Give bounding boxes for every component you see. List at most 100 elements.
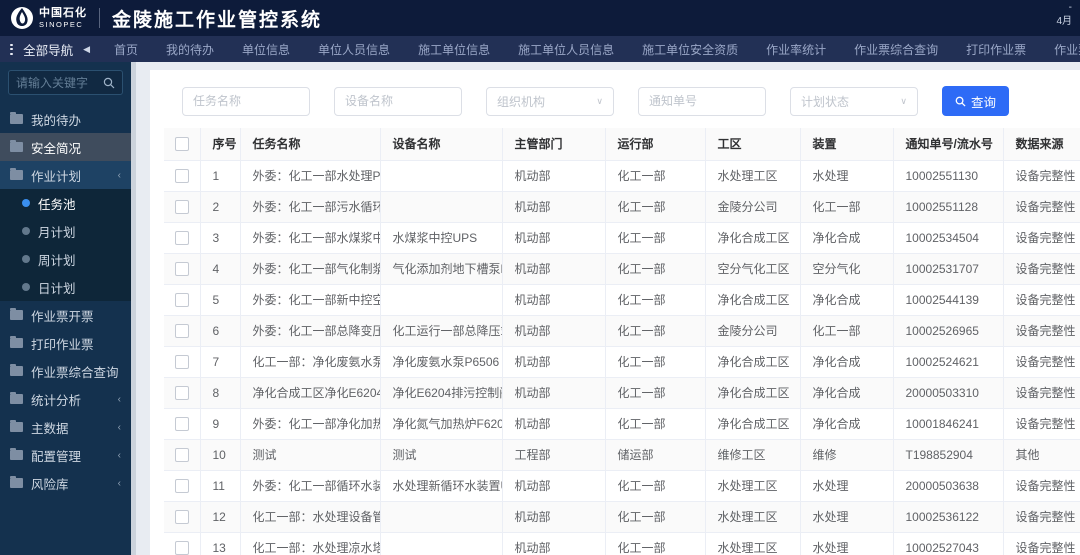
sidebar-item-作业票综合查询[interactable]: 作业票综合查询: [0, 357, 131, 385]
table-row[interactable]: 3外委：化工一部水煤浆中...水煤浆中控UPS机动部化工一部净化合成工区净化合成…: [164, 222, 1080, 254]
sidebar-item-label: 作业票综合查询: [31, 365, 119, 380]
chevron-icon: ‹: [117, 393, 121, 405]
table-row[interactable]: 11外委：化工一部循环水装...水处理新循环水装置UPS机动部化工一部水处理工区…: [164, 470, 1080, 502]
cell-r12-c5: 水处理工区: [705, 532, 801, 555]
sidebar-subitem-日计划[interactable]: 日计划: [0, 273, 131, 301]
table-row[interactable]: 2外委：化工一部污水循环...机动部化工一部金陵分公司化工一部100025511…: [164, 191, 1080, 223]
sidebar-item-安全简况[interactable]: 安全简况: [0, 133, 131, 161]
column-header-8: 数据来源: [1003, 128, 1080, 161]
notice-no-input[interactable]: [649, 94, 755, 108]
app-window: 中国石化 SINOPEC 金陵施工作业管控系统 - 4月 全部导航 ◀ 首页 我的…: [0, 0, 1080, 555]
cell-r6-c1: 化工一部：净化废氨水泵P...: [240, 346, 381, 378]
nav-tab-0[interactable]: 首页: [100, 36, 152, 62]
table-row[interactable]: 8净化合成工区净化E6204...净化E6204排污控制阀HV...机动部化工一…: [164, 377, 1080, 409]
filter-bar: 组织机构 ∨ 计划状态 ∨ 查询: [164, 86, 1080, 116]
cell-r4-c6: 净化合成: [800, 284, 894, 316]
query-button[interactable]: 查询: [942, 86, 1010, 116]
sidebar-subitem-任务池[interactable]: 任务池: [0, 189, 131, 217]
table-row[interactable]: 1外委：化工一部水处理P9... 机动部化工一部水处理工区水处理100025511…: [164, 160, 1080, 192]
column-header-3: 主管部门: [502, 128, 606, 161]
org-select[interactable]: 组织机构 ∨: [486, 86, 614, 116]
nav-tab-1[interactable]: 我的待办: [152, 36, 228, 62]
row-checkbox[interactable]: [174, 199, 189, 214]
sidebar-item-主数据[interactable]: 主数据 ‹: [0, 413, 131, 441]
cell-r9-c4: 储运部: [605, 439, 706, 471]
sidebar-item-我的待办[interactable]: 我的待办: [0, 105, 131, 133]
cell-r1-c7: 10002551128: [893, 191, 1004, 223]
nav-tab-5[interactable]: 施工单位人员信息: [504, 36, 628, 62]
nav-tab-10[interactable]: 作业票开票: [1040, 36, 1080, 62]
sidebar-subitem-周计划[interactable]: 周计划: [0, 245, 131, 273]
collapse-nav-icon[interactable]: ◀: [83, 44, 90, 55]
column-header-7: 通知单号/流水号: [893, 128, 1004, 161]
cell-r11-c1: 化工一部：水处理设备管...: [240, 501, 381, 533]
cell-r2-c1: 外委：化工一部水煤浆中...: [240, 222, 381, 254]
row-checkbox[interactable]: [174, 323, 189, 338]
folder-icon: [10, 168, 23, 180]
sidebar-item-label: 我的待办: [31, 113, 82, 128]
nav-tab-7[interactable]: 作业率统计: [752, 36, 840, 62]
table-row[interactable]: 6外委：化工一部总降变压...化工运行一部总降压站2#...机动部化工一部金陵分…: [164, 315, 1080, 347]
sidebar-item-label: 打印作业票: [31, 337, 94, 352]
page-title: 金陵施工作业管控系统: [112, 9, 323, 31]
nav-tab-9[interactable]: 打印作业票: [952, 36, 1040, 62]
sidebar-search-input[interactable]: [16, 75, 103, 90]
task-name-input[interactable]: [193, 94, 299, 108]
cell-r3-c5: 空分气化工区: [705, 253, 801, 285]
row-checkbox[interactable]: [174, 447, 189, 462]
cell-r10-c2: 水处理新循环水装置UPS: [380, 470, 503, 502]
row-checkbox[interactable]: [174, 385, 189, 400]
table-row[interactable]: 4外委：化工一部气化制浆P...气化添加剂地下槽泵P810...机动部化工一部空…: [164, 253, 1080, 285]
bullet-dot-icon: [22, 283, 30, 291]
table-row[interactable]: 10 测试 测试 工程部 储运部 维修工区 维修 T198852904 其他: [164, 439, 1080, 471]
sidebar-item-配置管理[interactable]: 配置管理 ‹: [0, 441, 131, 469]
row-checkbox[interactable]: [174, 230, 189, 245]
cell-r6-c0: 7: [200, 346, 241, 378]
nav-tab-2[interactable]: 单位信息: [228, 36, 304, 62]
row-checkbox-cell: [164, 377, 201, 409]
row-checkbox[interactable]: [174, 509, 189, 524]
row-checkbox[interactable]: [174, 540, 189, 555]
row-checkbox[interactable]: [174, 354, 189, 369]
table-row[interactable]: 9外委：化工一部净化加热...净化氮气加热炉F6201机动部化工一部净化合成工区…: [164, 408, 1080, 440]
plan-status-select[interactable]: 计划状态 ∨: [790, 86, 918, 116]
column-header-4: 运行部: [605, 128, 706, 161]
sidebar-subitem-月计划[interactable]: 月计划: [0, 217, 131, 245]
table-row[interactable]: 12化工一部：水处理设备管... 机动部化工一部水处理工区水处理100025361…: [164, 501, 1080, 533]
hamburger-menu-icon[interactable]: [10, 43, 14, 55]
sidebar-item-作业票开票[interactable]: 作业票开票: [0, 301, 131, 329]
device-name-input[interactable]: [345, 94, 451, 108]
search-icon: [103, 77, 115, 88]
table-row[interactable]: 5外委：化工一部新中控空... 机动部化工一部净化合成工区净化合成10002544…: [164, 284, 1080, 316]
folder-icon: [10, 364, 23, 376]
row-checkbox[interactable]: [174, 478, 189, 493]
cell-r3-c2: 气化添加剂地下槽泵P810...: [380, 253, 503, 285]
cell-r3-c7: 10002531707: [893, 253, 1004, 285]
cell-r7-c1: 净化合成工区净化E6204...: [240, 377, 381, 409]
row-checkbox[interactable]: [174, 292, 189, 307]
cell-r11-c6: 水处理: [800, 501, 894, 533]
row-checkbox-cell: [164, 346, 201, 378]
all-nav-label[interactable]: 全部导航: [23, 40, 73, 59]
cell-r0-c3: 机动部: [502, 160, 606, 192]
cell-r8-c3: 机动部: [502, 408, 606, 440]
table-row[interactable]: 7化工一部：净化废氨水泵P...净化废氨水泵P6506机动部化工一部净化合成工区…: [164, 346, 1080, 378]
row-checkbox[interactable]: [174, 168, 189, 183]
row-checkbox[interactable]: [174, 261, 189, 276]
nav-tab-8[interactable]: 作业票综合查询: [840, 36, 952, 62]
cell-r2-c0: 3: [200, 222, 241, 254]
select-all-checkbox[interactable]: [174, 137, 189, 152]
cell-r8-c6: 净化合成: [800, 408, 894, 440]
nav-tab-6[interactable]: 施工单位安全资质: [628, 36, 752, 62]
nav-tab-3[interactable]: 单位人员信息: [304, 36, 404, 62]
row-checkbox[interactable]: [174, 416, 189, 431]
brand-block: 中国石化 SINOPEC: [39, 7, 87, 29]
sidebar-item-风险库[interactable]: 风险库 ‹: [0, 469, 131, 497]
table-header-row: 序号 任务名称 设备名称 主管部门 运行部 工区 装置 通知单号/流水号 数据来源: [164, 128, 1080, 161]
table-row[interactable]: 13化工一部：水处理凉水塔E... 机动部化工一部水处理工区水处理10002527…: [164, 532, 1080, 555]
sidebar-item-统计分析[interactable]: 统计分析 ‹: [0, 385, 131, 413]
sidebar-item-作业计划[interactable]: 作业计划 ‹: [0, 161, 131, 189]
sidebar-item-打印作业票[interactable]: 打印作业票: [0, 329, 131, 357]
nav-tab-4[interactable]: 施工单位信息: [404, 36, 504, 62]
cell-r8-c0: 9: [200, 408, 241, 440]
